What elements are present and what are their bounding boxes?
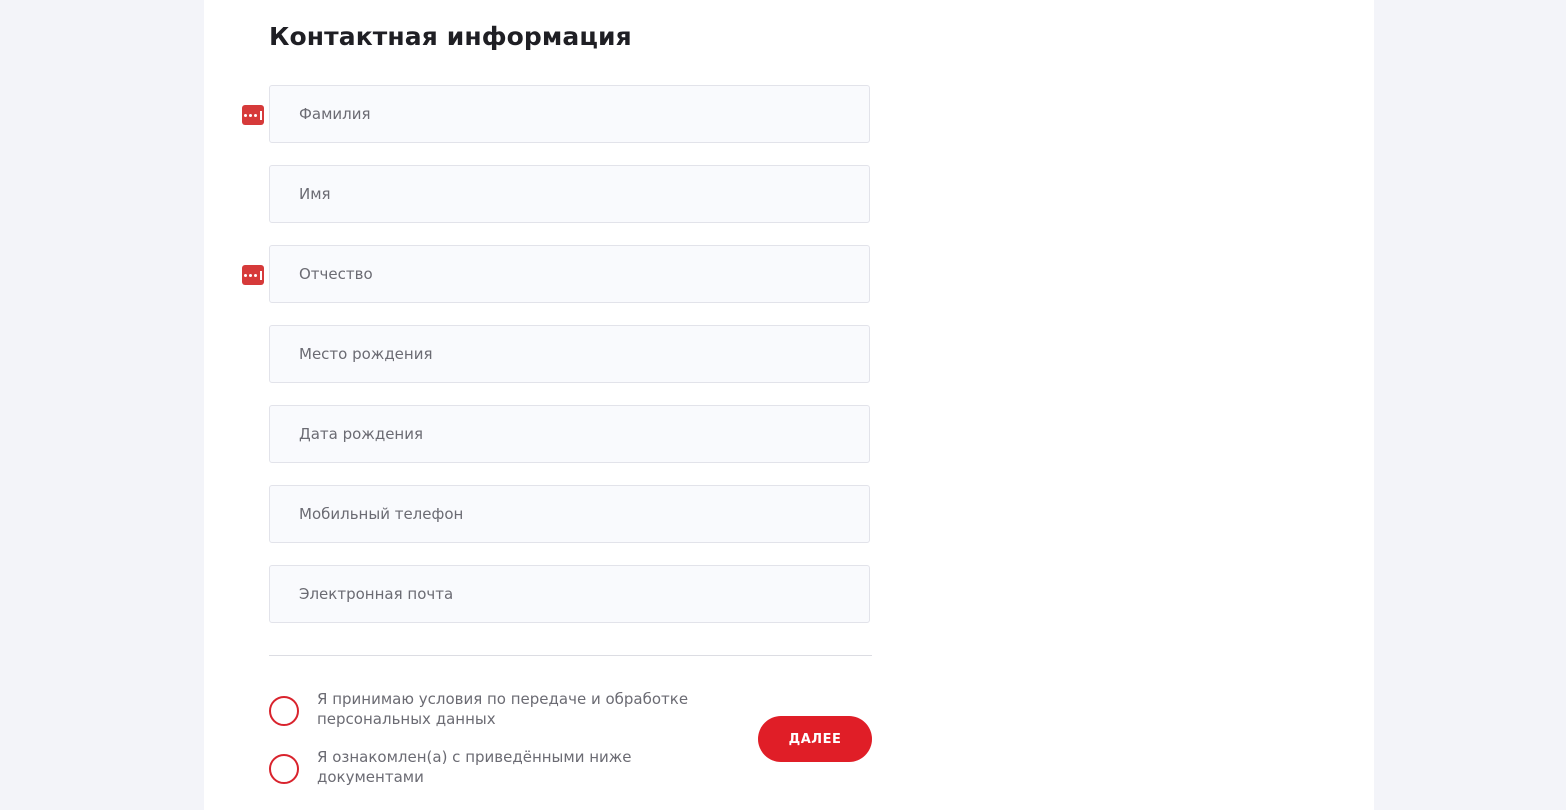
divider: [269, 655, 872, 656]
birth-date-field[interactable]: [269, 405, 870, 463]
consent-documents-label: Я ознакомлен(а) с приведёнными ниже доку…: [317, 748, 632, 786]
last-name-input[interactable]: [270, 86, 869, 142]
consent-personal-data[interactable]: Я принимаю условия по передаче и обработ…: [269, 689, 709, 733]
last-name-field[interactable]: [269, 85, 870, 143]
birth-place-field[interactable]: [269, 325, 870, 383]
consent-documents[interactable]: Я ознакомлен(а) с приведёнными ниже доку…: [269, 747, 709, 791]
mobile-phone-input[interactable]: [270, 486, 869, 542]
middle-name-field[interactable]: [269, 245, 870, 303]
password-manager-icon[interactable]: [242, 265, 264, 285]
page-title: Контактная информация: [269, 22, 632, 51]
password-manager-icon[interactable]: [242, 105, 264, 125]
consent-documents-radio[interactable]: [269, 754, 299, 784]
email-input[interactable]: [270, 566, 869, 622]
consent-personal-data-label: Я принимаю условия по передаче и обработ…: [317, 690, 689, 728]
email-field[interactable]: [269, 565, 870, 623]
birth-date-input[interactable]: [270, 406, 869, 462]
middle-name-input[interactable]: [270, 246, 869, 302]
first-name-field[interactable]: [269, 165, 870, 223]
first-name-input[interactable]: [270, 166, 869, 222]
consent-personal-data-radio[interactable]: [269, 696, 299, 726]
birth-place-input[interactable]: [270, 326, 869, 382]
mobile-phone-field[interactable]: [269, 485, 870, 543]
next-button[interactable]: ДАЛЕЕ: [758, 716, 872, 762]
